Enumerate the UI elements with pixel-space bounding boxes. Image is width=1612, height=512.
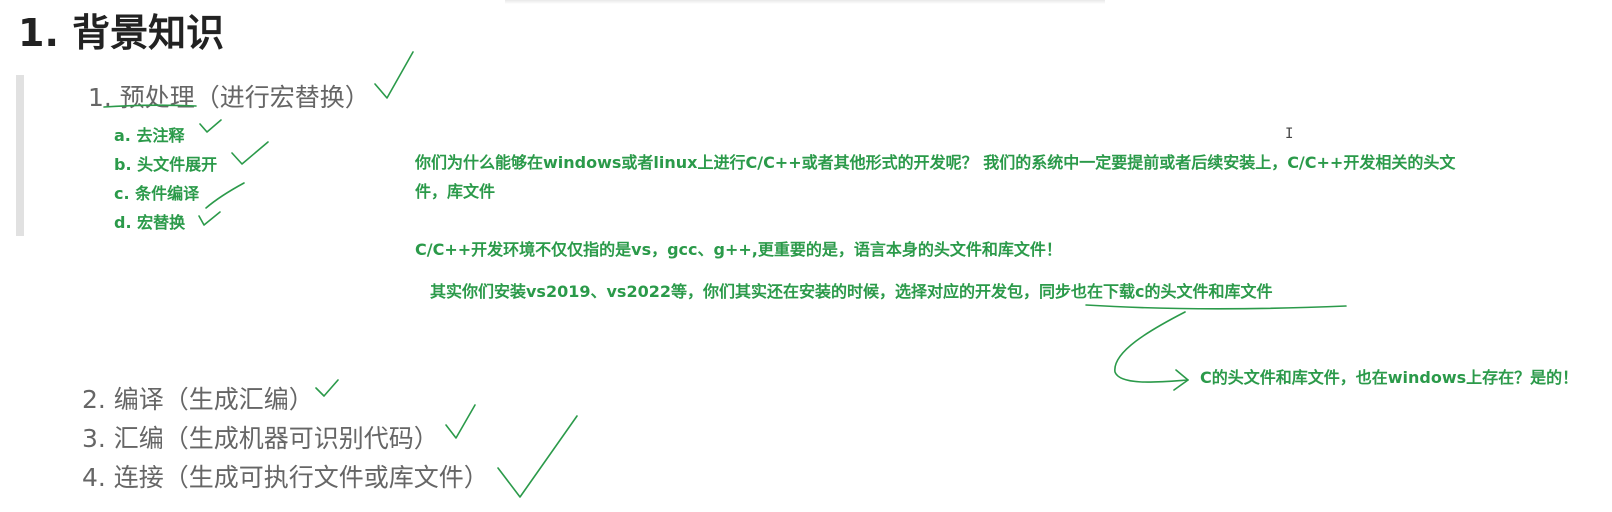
text-cursor-icon: I [1285,126,1294,142]
checkmark-substep-a [199,119,222,133]
note-line-4: 其实你们安装vs2019、vs2022等，你们其实还在安装的时候，选择对应的开发… [430,282,1273,301]
checkmark-substep-d [198,211,221,226]
underline-download-note [1085,304,1347,310]
substep-remove-comments: a. 去注释 [114,126,185,145]
section-heading: 1. 背景知识 [18,11,225,55]
arrow-to-windows-note [1114,311,1189,383]
step-compile: 2. 编译（生成汇编） [82,385,314,414]
blockquote-bar [16,75,24,236]
step-assemble: 3. 汇编（生成机器可识别代码） [82,424,439,453]
note-line-1: 你们为什么能够在windows或者linux上进行C/C++或者其他形式的开发呢… [415,153,1456,172]
substep-macro-replace: d. 宏替换 [114,213,186,232]
checkmark-substep-c [205,182,245,209]
substep-header-expand: b. 头文件展开 [114,155,218,174]
checkmark-preprocess [374,51,414,99]
step-preprocess: 1. 预处理（进行宏替换） [88,83,370,112]
note-line-3: C/C++开发环境不仅仅指的是vs，gcc、g++,更重要的是，语言本身的头文件… [415,240,1062,259]
note-line-2: 件，库文件 [415,182,496,201]
page: 1. 背景知识 1. 预处理（进行宏替换） a. 去注释 b. 头文件展开 c.… [0,0,1612,512]
top-shadow [505,0,1105,4]
arrowhead [1173,369,1189,391]
checkmark-compile [315,379,339,397]
note-line-5: C的头文件和库文件，也在windows上存在？是的！ [1200,368,1579,387]
substep-conditional-compile: c. 条件编译 [114,184,200,203]
checkmark-link [497,415,578,498]
checkmark-assemble [445,404,476,439]
checkmark-substep-b [231,141,269,165]
step-link: 4. 连接（生成可执行文件或库文件） [82,463,489,492]
